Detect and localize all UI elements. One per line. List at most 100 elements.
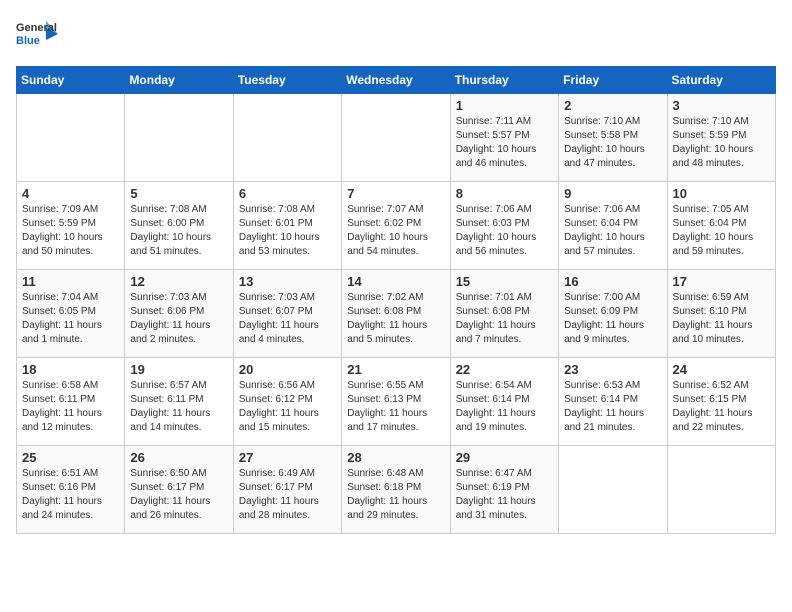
calendar-week-2: 4 Sunrise: 7:09 AM Sunset: 5:59 PM Daylig… (17, 182, 776, 270)
calendar-table: SundayMondayTuesdayWednesdayThursdayFrid… (16, 66, 776, 534)
day-info: Sunrise: 7:11 AM Sunset: 5:57 PM Dayligh… (456, 115, 553, 171)
day-info: Sunrise: 6:52 AM Sunset: 6:15 PM Dayligh… (673, 379, 770, 435)
day-number: 1 (456, 98, 553, 113)
calendar-week-4: 18 Sunrise: 6:58 AM Sunset: 6:11 PM Dayli… (17, 358, 776, 446)
day-number: 10 (673, 186, 770, 201)
calendar-cell: 16Sunrise: 7:00 AM Sunset: 6:09 PM Dayli… (559, 270, 667, 358)
day-info: Sunrise: 6:47 AM Sunset: 6:19 PM Dayligh… (456, 467, 553, 523)
calendar-cell: 5 Sunrise: 7:08 AM Sunset: 6:00 PM Daylig… (125, 182, 233, 270)
calendar-cell: 11 Sunrise: 7:04 AM Sunset: 6:05 PM Dayli… (17, 270, 125, 358)
calendar-cell: 28Sunrise: 6:48 AM Sunset: 6:18 PM Dayli… (342, 446, 450, 534)
day-info: Sunrise: 6:59 AM Sunset: 6:10 PM Dayligh… (673, 291, 770, 347)
day-info: Sunrise: 6:50 AM Sunset: 6:17 PM Dayligh… (130, 467, 227, 523)
day-number: 5 (130, 186, 227, 201)
day-number: 6 (239, 186, 336, 201)
day-info: Sunrise: 6:57 AM Sunset: 6:11 PM Dayligh… (130, 379, 227, 435)
weekday-header-saturday: Saturday (667, 67, 775, 94)
day-info: Sunrise: 6:58 AM Sunset: 6:11 PM Dayligh… (22, 379, 119, 435)
day-number: 8 (456, 186, 553, 201)
day-number: 11 (22, 274, 119, 289)
day-number: 29 (456, 450, 553, 465)
calendar-cell: 22 Sunrise: 6:54 AM Sunset: 6:14 PM Dayli… (450, 358, 558, 446)
calendar-cell (342, 94, 450, 182)
day-info: Sunrise: 7:10 AM Sunset: 5:58 PM Dayligh… (564, 115, 661, 171)
day-number: 27 (239, 450, 336, 465)
day-info: Sunrise: 7:10 AM Sunset: 5:59 PM Dayligh… (673, 115, 770, 171)
day-info: Sunrise: 7:05 AM Sunset: 6:04 PM Dayligh… (673, 203, 770, 259)
weekday-header-sunday: Sunday (17, 67, 125, 94)
weekday-header-tuesday: Tuesday (233, 67, 341, 94)
calendar-cell: 23Sunrise: 6:53 AM Sunset: 6:14 PM Dayli… (559, 358, 667, 446)
calendar-cell: 29 Sunrise: 6:47 AM Sunset: 6:19 PM Dayli… (450, 446, 558, 534)
calendar-cell: 12 Sunrise: 7:03 AM Sunset: 6:06 PM Dayli… (125, 270, 233, 358)
day-info: Sunrise: 7:09 AM Sunset: 5:59 PM Dayligh… (22, 203, 119, 259)
calendar-cell: 25Sunrise: 6:51 AM Sunset: 6:16 PM Dayli… (17, 446, 125, 534)
calendar-body: 1 Sunrise: 7:11 AM Sunset: 5:57 PM Daylig… (17, 94, 776, 534)
calendar-cell: 7 Sunrise: 7:07 AM Sunset: 6:02 PM Daylig… (342, 182, 450, 270)
day-number: 21 (347, 362, 444, 377)
logo: GeneralBlue (16, 16, 66, 56)
day-number: 18 (22, 362, 119, 377)
calendar-cell: 13Sunrise: 7:03 AM Sunset: 6:07 PM Dayli… (233, 270, 341, 358)
day-number: 22 (456, 362, 553, 377)
day-number: 24 (673, 362, 770, 377)
calendar-cell: 14 Sunrise: 7:02 AM Sunset: 6:08 PM Dayli… (342, 270, 450, 358)
day-info: Sunrise: 7:06 AM Sunset: 6:04 PM Dayligh… (564, 203, 661, 259)
day-info: Sunrise: 6:55 AM Sunset: 6:13 PM Dayligh… (347, 379, 444, 435)
day-info: Sunrise: 7:03 AM Sunset: 6:06 PM Dayligh… (130, 291, 227, 347)
day-info: Sunrise: 6:49 AM Sunset: 6:17 PM Dayligh… (239, 467, 336, 523)
page-header: GeneralBlue (16, 16, 776, 56)
day-info: Sunrise: 7:04 AM Sunset: 6:05 PM Dayligh… (22, 291, 119, 347)
day-number: 12 (130, 274, 227, 289)
calendar-cell: 21 Sunrise: 6:55 AM Sunset: 6:13 PM Dayli… (342, 358, 450, 446)
day-info: Sunrise: 7:02 AM Sunset: 6:08 PM Dayligh… (347, 291, 444, 347)
day-number: 15 (456, 274, 553, 289)
day-number: 20 (239, 362, 336, 377)
weekday-header-friday: Friday (559, 67, 667, 94)
calendar-cell: 20 Sunrise: 6:56 AM Sunset: 6:12 PM Dayli… (233, 358, 341, 446)
day-info: Sunrise: 7:07 AM Sunset: 6:02 PM Dayligh… (347, 203, 444, 259)
calendar-week-3: 11 Sunrise: 7:04 AM Sunset: 6:05 PM Dayli… (17, 270, 776, 358)
calendar-cell (17, 94, 125, 182)
weekday-header-monday: Monday (125, 67, 233, 94)
calendar-cell: 2 Sunrise: 7:10 AM Sunset: 5:58 PM Daylig… (559, 94, 667, 182)
day-number: 17 (673, 274, 770, 289)
day-info: Sunrise: 7:01 AM Sunset: 6:08 PM Dayligh… (456, 291, 553, 347)
day-number: 4 (22, 186, 119, 201)
day-info: Sunrise: 7:08 AM Sunset: 6:01 PM Dayligh… (239, 203, 336, 259)
calendar-cell: 4 Sunrise: 7:09 AM Sunset: 5:59 PM Daylig… (17, 182, 125, 270)
day-number: 14 (347, 274, 444, 289)
day-info: Sunrise: 7:03 AM Sunset: 6:07 PM Dayligh… (239, 291, 336, 347)
day-number: 26 (130, 450, 227, 465)
calendar-week-5: 25Sunrise: 6:51 AM Sunset: 6:16 PM Dayli… (17, 446, 776, 534)
calendar-cell: 19 Sunrise: 6:57 AM Sunset: 6:11 PM Dayli… (125, 358, 233, 446)
day-number: 9 (564, 186, 661, 201)
calendar-cell: 17 Sunrise: 6:59 AM Sunset: 6:10 PM Dayli… (667, 270, 775, 358)
day-info: Sunrise: 7:06 AM Sunset: 6:03 PM Dayligh… (456, 203, 553, 259)
calendar-cell (233, 94, 341, 182)
day-number: 19 (130, 362, 227, 377)
day-number: 28 (347, 450, 444, 465)
logo-icon: GeneralBlue (16, 16, 66, 56)
weekday-header-thursday: Thursday (450, 67, 558, 94)
header-row: SundayMondayTuesdayWednesdayThursdayFrid… (17, 67, 776, 94)
weekday-header-wednesday: Wednesday (342, 67, 450, 94)
day-number: 7 (347, 186, 444, 201)
day-number: 2 (564, 98, 661, 113)
calendar-week-1: 1 Sunrise: 7:11 AM Sunset: 5:57 PM Daylig… (17, 94, 776, 182)
calendar-cell (125, 94, 233, 182)
day-info: Sunrise: 6:54 AM Sunset: 6:14 PM Dayligh… (456, 379, 553, 435)
calendar-cell: 18 Sunrise: 6:58 AM Sunset: 6:11 PM Dayli… (17, 358, 125, 446)
day-info: Sunrise: 6:56 AM Sunset: 6:12 PM Dayligh… (239, 379, 336, 435)
calendar-cell: 9 Sunrise: 7:06 AM Sunset: 6:04 PM Daylig… (559, 182, 667, 270)
svg-text:General: General (16, 22, 57, 34)
calendar-cell: 24 Sunrise: 6:52 AM Sunset: 6:15 PM Dayli… (667, 358, 775, 446)
calendar-cell: 1 Sunrise: 7:11 AM Sunset: 5:57 PM Daylig… (450, 94, 558, 182)
day-info: Sunrise: 6:51 AM Sunset: 6:16 PM Dayligh… (22, 467, 119, 523)
calendar-cell: 26 Sunrise: 6:50 AM Sunset: 6:17 PM Dayli… (125, 446, 233, 534)
calendar-cell: 10 Sunrise: 7:05 AM Sunset: 6:04 PM Dayli… (667, 182, 775, 270)
day-number: 23 (564, 362, 661, 377)
day-info: Sunrise: 7:08 AM Sunset: 6:00 PM Dayligh… (130, 203, 227, 259)
calendar-cell: 8 Sunrise: 7:06 AM Sunset: 6:03 PM Daylig… (450, 182, 558, 270)
calendar-cell: 15 Sunrise: 7:01 AM Sunset: 6:08 PM Dayli… (450, 270, 558, 358)
